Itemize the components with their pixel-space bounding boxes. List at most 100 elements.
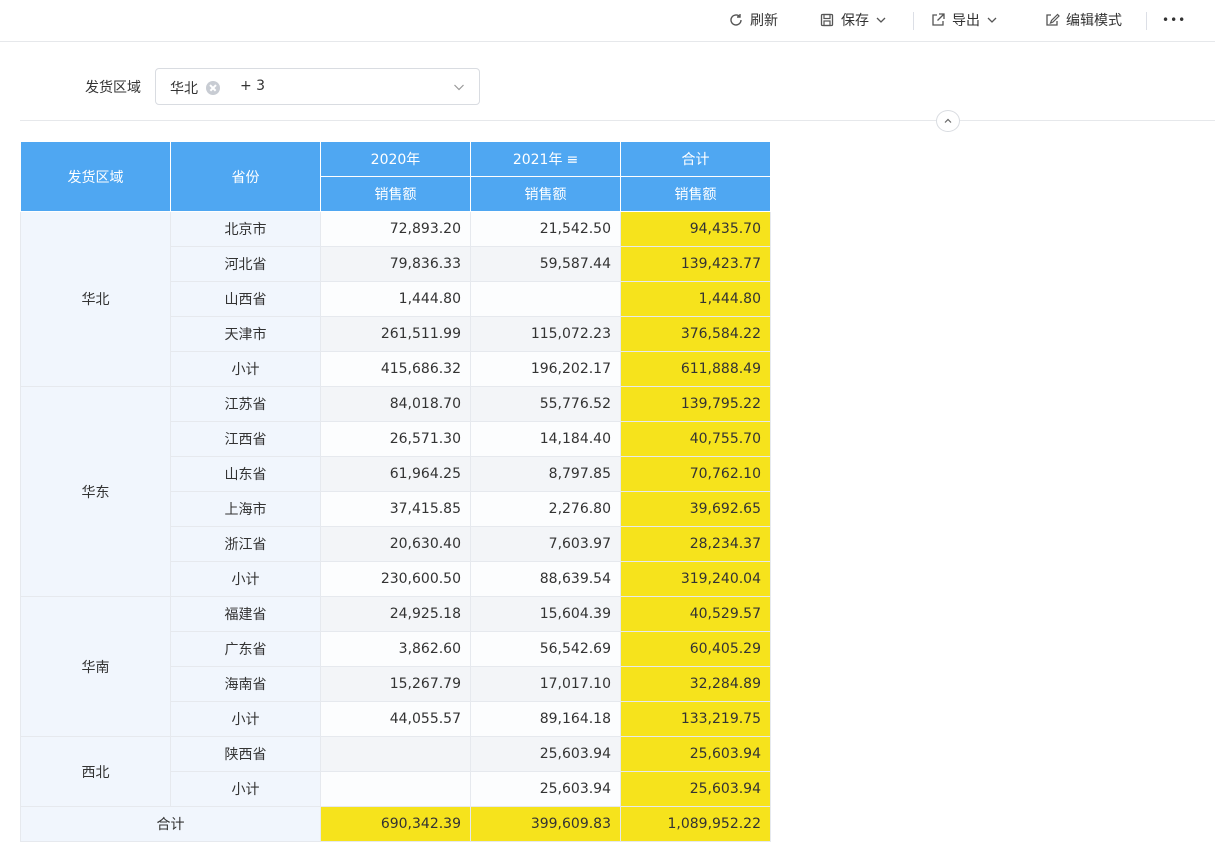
sales-2021-cell[interactable]: 14,184.40 xyxy=(470,421,621,457)
province-cell[interactable]: 江苏省 xyxy=(170,386,321,422)
province-cell[interactable]: 河北省 xyxy=(170,246,321,282)
province-cell[interactable]: 广东省 xyxy=(170,631,321,667)
sales-2020-cell[interactable]: 79,836.33 xyxy=(320,246,471,282)
header-province[interactable]: 省份 xyxy=(170,141,321,212)
more-button[interactable]: ••• xyxy=(1162,0,1186,40)
header-2020[interactable]: 2020年 xyxy=(320,141,471,177)
sales-2020-cell[interactable]: 61,964.25 xyxy=(320,456,471,492)
header-sales-total[interactable]: 销售额 xyxy=(620,176,771,212)
sales-2021-cell[interactable]: 56,542.69 xyxy=(470,631,621,667)
region-cell[interactable]: 华北 xyxy=(20,211,171,387)
province-cell[interactable]: 北京市 xyxy=(170,211,321,247)
province-cell[interactable]: 福建省 xyxy=(170,596,321,632)
header-sales-2020[interactable]: 销售额 xyxy=(320,176,471,212)
sales-2020-cell[interactable] xyxy=(320,771,471,807)
menu-icon[interactable]: ≡ xyxy=(566,152,578,168)
sales-total-cell[interactable]: 139,795.22 xyxy=(620,386,771,422)
region-cell[interactable]: 西北 xyxy=(20,736,171,807)
region-cell[interactable]: 华东 xyxy=(20,386,171,597)
sales-2021-cell[interactable]: 7,603.97 xyxy=(470,526,621,562)
sales-2021-cell[interactable]: 89,164.18 xyxy=(470,701,621,737)
sales-total-cell[interactable]: 40,755.70 xyxy=(620,421,771,457)
province-cell[interactable]: 小计 xyxy=(170,771,321,807)
sales-total-cell[interactable]: 611,888.49 xyxy=(620,351,771,387)
province-cell[interactable]: 天津市 xyxy=(170,316,321,352)
header-2021[interactable]: 2021年 ≡ xyxy=(470,141,621,177)
sales-2021-cell[interactable]: 59,587.44 xyxy=(470,246,621,282)
export-button[interactable]: 导出 xyxy=(930,0,998,40)
sales-2021-cell[interactable]: 25,603.94 xyxy=(470,736,621,772)
sales-total-cell[interactable]: 39,692.65 xyxy=(620,491,771,527)
table-body: 华北 北京市 72,893.20 21,542.50 94,435.70 河北省 79,83… xyxy=(20,211,771,842)
sales-2020-cell[interactable]: 261,511.99 xyxy=(320,316,471,352)
edit-mode-label: 编辑模式 xyxy=(1066,13,1122,29)
sales-total-cell[interactable]: 133,219.75 xyxy=(620,701,771,737)
sales-total-cell[interactable]: 32,284.89 xyxy=(620,666,771,702)
sales-2020-cell[interactable]: 1,444.80 xyxy=(320,281,471,317)
sales-total-cell[interactable]: 25,603.94 xyxy=(620,771,771,807)
toolbar-separator xyxy=(913,12,914,30)
grand-total-v2021-cell[interactable]: 399,609.83 xyxy=(470,806,621,842)
province-cell[interactable]: 山东省 xyxy=(170,456,321,492)
province-cell[interactable]: 陕西省 xyxy=(170,736,321,772)
province-cell[interactable]: 小计 xyxy=(170,701,321,737)
sales-total-cell[interactable]: 376,584.22 xyxy=(620,316,771,352)
section-divider xyxy=(20,120,1215,121)
sales-total-cell[interactable]: 319,240.04 xyxy=(620,561,771,597)
sales-total-cell[interactable]: 70,762.10 xyxy=(620,456,771,492)
sales-2020-cell[interactable]: 3,862.60 xyxy=(320,631,471,667)
region-cell[interactable]: 华南 xyxy=(20,596,171,737)
sales-2020-cell[interactable]: 415,686.32 xyxy=(320,351,471,387)
sales-2021-cell[interactable]: 2,276.80 xyxy=(470,491,621,527)
region-filter-select[interactable]: 华北 + 3 xyxy=(155,68,480,105)
header-2021-label: 2021年 xyxy=(512,152,563,168)
save-button[interactable]: 保存 xyxy=(819,0,887,40)
sales-2021-cell[interactable]: 17,017.10 xyxy=(470,666,621,702)
province-cell[interactable]: 海南省 xyxy=(170,666,321,702)
province-cell[interactable]: 小计 xyxy=(170,561,321,597)
grand-total-v2020-cell[interactable]: 690,342.39 xyxy=(320,806,471,842)
sales-2021-cell[interactable]: 15,604.39 xyxy=(470,596,621,632)
edit-mode-button[interactable]: 编辑模式 xyxy=(1044,0,1122,40)
sales-2020-cell[interactable]: 20,630.40 xyxy=(320,526,471,562)
sales-2021-cell[interactable]: 25,603.94 xyxy=(470,771,621,807)
sales-total-cell[interactable]: 40,529.57 xyxy=(620,596,771,632)
sales-total-cell[interactable]: 25,603.94 xyxy=(620,736,771,772)
province-cell[interactable]: 小计 xyxy=(170,351,321,387)
sales-2021-cell[interactable]: 21,542.50 xyxy=(470,211,621,247)
sales-2020-cell[interactable]: 84,018.70 xyxy=(320,386,471,422)
table-row: 华北 北京市 72,893.20 21,542.50 94,435.70 xyxy=(20,211,771,387)
sales-2021-cell[interactable]: 8,797.85 xyxy=(470,456,621,492)
collapse-filter-button[interactable] xyxy=(936,110,960,132)
province-cell[interactable]: 上海市 xyxy=(170,491,321,527)
sales-total-cell[interactable]: 28,234.37 xyxy=(620,526,771,562)
province-cell[interactable]: 江西省 xyxy=(170,421,321,457)
header-total[interactable]: 合计 xyxy=(620,141,771,177)
table-row: 华南 福建省 24,925.18 15,604.39 40,529.57 xyxy=(20,596,771,737)
sales-2020-cell[interactable]: 24,925.18 xyxy=(320,596,471,632)
sales-total-cell[interactable]: 139,423.77 xyxy=(620,246,771,282)
table-row: 西北 陕西省 25,603.94 25,603.94 xyxy=(20,736,771,807)
province-cell[interactable]: 山西省 xyxy=(170,281,321,317)
sales-2020-cell[interactable]: 230,600.50 xyxy=(320,561,471,597)
sales-2021-cell[interactable]: 196,202.17 xyxy=(470,351,621,387)
sales-total-cell[interactable]: 60,405.29 xyxy=(620,631,771,667)
sales-2021-cell[interactable]: 88,639.54 xyxy=(470,561,621,597)
sales-2020-cell[interactable]: 15,267.79 xyxy=(320,666,471,702)
sales-2021-cell[interactable]: 55,776.52 xyxy=(470,386,621,422)
sales-2021-cell[interactable]: 115,072.23 xyxy=(470,316,621,352)
header-sales-2021[interactable]: 销售额 xyxy=(470,176,621,212)
sales-total-cell[interactable]: 1,444.80 xyxy=(620,281,771,317)
sales-total-cell[interactable]: 94,435.70 xyxy=(620,211,771,247)
header-region[interactable]: 发货区域 xyxy=(20,141,171,212)
sales-2020-cell[interactable] xyxy=(320,736,471,772)
grand-total-total-cell[interactable]: 1,089,952.22 xyxy=(620,806,771,842)
sales-2021-cell[interactable] xyxy=(470,281,621,317)
sales-2020-cell[interactable]: 26,571.30 xyxy=(320,421,471,457)
refresh-button[interactable]: 刷新 xyxy=(728,0,778,40)
province-cell[interactable]: 浙江省 xyxy=(170,526,321,562)
sales-2020-cell[interactable]: 72,893.20 xyxy=(320,211,471,247)
sales-2020-cell[interactable]: 44,055.57 xyxy=(320,701,471,737)
tag-close-icon[interactable] xyxy=(206,81,220,95)
sales-2020-cell[interactable]: 37,415.85 xyxy=(320,491,471,527)
